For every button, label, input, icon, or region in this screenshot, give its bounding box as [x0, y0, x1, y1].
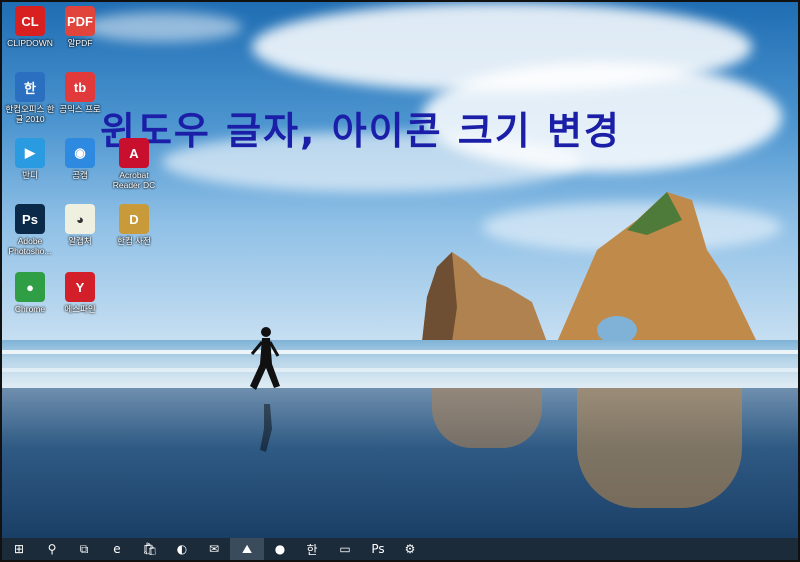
search-button[interactable]: ⚲	[36, 538, 68, 560]
desktop-shortcut-label: 한컴 사전	[117, 236, 151, 246]
alcapture-icon: ◕	[65, 204, 95, 234]
internet-explorer-icon[interactable]: e	[100, 538, 134, 560]
page-heading: 윈도우 글자, 아이콘 크기 변경	[100, 109, 621, 153]
desktop-shortcut[interactable]: Ps Adobe Photosho...	[2, 204, 58, 256]
chrome-icon[interactable]: ●	[264, 538, 296, 560]
start-button[interactable]: ⊞	[2, 538, 36, 560]
acrobat-reader-icon: A	[119, 138, 149, 168]
desktop-shortcut-label: CLIPDOWN	[7, 38, 53, 48]
photoshop-icon: Ps	[15, 204, 45, 234]
photoshop-taskbar-icon[interactable]: Ps	[362, 538, 394, 560]
desktop-shortcut-label: Adobe Photosho...	[8, 236, 52, 256]
desktop-shortcut-label: 한컴오피스 한글 2010	[5, 104, 55, 124]
desktop-shortcut[interactable]: PDF 알PDF	[52, 6, 108, 48]
sea	[2, 340, 798, 390]
wet-sand-reflection	[2, 388, 798, 538]
photos-icon[interactable]: ⛰	[230, 538, 264, 560]
desktop-shortcut-label: Acrobat Reader DC	[112, 170, 156, 190]
gommix-pro-icon: tb	[65, 72, 95, 102]
desktop-shortcut-label: 알PDF	[67, 38, 93, 48]
desktop-shortcut[interactable]: ▶ 반디	[2, 138, 58, 180]
edge-icon[interactable]: ◐	[166, 538, 198, 560]
rock-formation-right	[557, 192, 757, 342]
runner-silhouette	[250, 327, 280, 452]
desktop-shortcut[interactable]: ● Chrome	[2, 272, 58, 314]
file-explorer-icon[interactable]: ▭	[328, 538, 362, 560]
desktop-shortcut-label: 반디	[22, 170, 38, 180]
bandi-icon: ▶	[15, 138, 45, 168]
desktop-shortcut[interactable]: 한 한컴오피스 한글 2010	[2, 72, 58, 124]
hancom-taskbar-icon[interactable]: 한	[296, 538, 328, 560]
desktop-shortcut-label: 곰믹스 프로	[59, 104, 101, 114]
desktop-shortcut-label: Chrome	[14, 304, 46, 314]
task-view-button[interactable]: ⧉	[68, 538, 100, 560]
desktop-shortcut[interactable]: ◕ 알캡처	[52, 204, 108, 246]
hancom-office-icon: 한	[15, 72, 45, 102]
mail-icon[interactable]: ✉	[198, 538, 230, 560]
settings-icon[interactable]: ⚙	[394, 538, 426, 560]
desktop-shortcut[interactable]: A Acrobat Reader DC	[106, 138, 162, 190]
desktop-shortcut[interactable]: ◉ 곰캠	[52, 138, 108, 180]
desktop-shortcut-label: 에스파인	[64, 304, 96, 314]
desktop: 윈도우 글자, 아이콘 크기 변경 CL CLIPDOWN PDF 알PDF 한 한컴오피…	[0, 0, 800, 562]
alpdf-icon: PDF	[65, 6, 95, 36]
desktop-shortcut-label: 알캡처	[68, 236, 92, 246]
desktop-shortcut-label: 곰캠	[72, 170, 88, 180]
desktop-shortcut[interactable]: D 한컴 사전	[106, 204, 162, 246]
chrome-icon: ●	[15, 272, 45, 302]
taskbar: ⊞ ⚲ ⧉ e 🛍 ◐ ✉ ⛰ ● 한 ▭ Ps ⚙	[2, 538, 798, 560]
yes-icon: Y	[65, 272, 95, 302]
desktop-shortcut[interactable]: Y 에스파인	[52, 272, 108, 314]
desktop-shortcut[interactable]: CL CLIPDOWN	[2, 6, 58, 48]
desktop-shortcut[interactable]: tb 곰믹스 프로	[52, 72, 108, 114]
hancom-dictionary-icon: D	[119, 204, 149, 234]
rock-formation-left	[422, 252, 547, 342]
gomcam-icon: ◉	[65, 138, 95, 168]
clipdown-icon: CL	[15, 6, 45, 36]
store-icon[interactable]: 🛍	[134, 538, 166, 560]
